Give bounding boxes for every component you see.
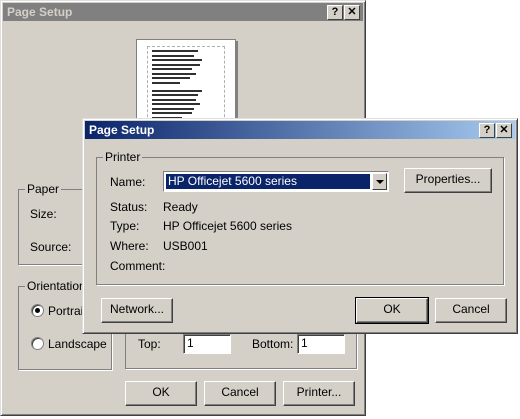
page-preview: [136, 39, 236, 123]
close-icon[interactable]: ✕: [496, 123, 512, 138]
top-margin-input[interactable]: 1: [183, 334, 231, 354]
preview-text-line: [152, 107, 194, 110]
name-label: Name:: [110, 175, 146, 189]
where-value: USB001: [163, 239, 208, 253]
preview-text-line: [152, 89, 202, 92]
cancel-button[interactable]: Cancel: [204, 381, 276, 406]
properties-button[interactable]: Properties...: [404, 168, 492, 193]
portrait-label[interactable]: Portrait: [48, 304, 87, 318]
preview-text-line: [152, 94, 198, 96]
preview-text-line: [152, 50, 198, 52]
preview-text-line: [152, 98, 196, 101]
where-label: Where:: [110, 239, 149, 253]
status-label: Status:: [110, 200, 148, 214]
portrait-radio[interactable]: [31, 304, 44, 317]
type-label: Type:: [110, 219, 140, 233]
printer-name-selected: HP Officejet 5600 series: [166, 174, 370, 189]
preview-text-line: [152, 103, 200, 105]
landscape-radio[interactable]: [31, 337, 44, 350]
preview-text-line: [152, 59, 202, 61]
printer-name-select[interactable]: HP Officejet 5600 series: [163, 171, 389, 192]
preview-text-line: [152, 72, 196, 75]
type-value: HP Officejet 5600 series: [163, 219, 292, 233]
preview-margin: [147, 46, 225, 122]
bottom-margin-input[interactable]: 1: [297, 334, 345, 354]
ok-button[interactable]: OK: [125, 381, 197, 406]
page-setup-dialog-front: Page Setup ? ✕ Printer Name: HP Officeje…: [82, 118, 518, 334]
help-icon[interactable]: ?: [479, 123, 495, 138]
bottom-margin-label: Bottom:: [252, 337, 294, 351]
preview-text-line: [152, 77, 190, 79]
cancel-button[interactable]: Cancel: [435, 298, 507, 323]
help-icon[interactable]: ?: [327, 5, 343, 20]
source-label: Source:: [30, 240, 72, 254]
network-button[interactable]: Network...: [101, 298, 173, 323]
dialog-title: Page Setup: [7, 5, 73, 19]
status-value: Ready: [163, 200, 198, 214]
close-icon[interactable]: ✕: [344, 5, 360, 20]
preview-text-line: [152, 81, 180, 84]
printer-button[interactable]: Printer...: [283, 381, 355, 406]
landscape-label[interactable]: Landscape: [48, 337, 107, 351]
size-label: Size:: [30, 207, 57, 221]
preview-text-line: [152, 68, 192, 70]
printer-group-label: Printer: [103, 150, 143, 164]
comment-label: Comment:: [110, 259, 166, 273]
title-bar: Page Setup ? ✕: [85, 121, 515, 139]
ok-button[interactable]: OK: [355, 297, 429, 324]
orientation-group-label: Orientation: [25, 279, 88, 293]
preview-text-line: [152, 112, 192, 114]
preview-text-line: [152, 54, 194, 57]
dialog-title: Page Setup: [89, 123, 155, 137]
dropdown-arrow-icon[interactable]: [372, 173, 387, 190]
preview-text-line: [152, 63, 200, 66]
paper-group-label: Paper: [25, 182, 62, 196]
title-bar: Page Setup ? ✕: [3, 3, 363, 21]
top-margin-label: Top:: [138, 337, 161, 351]
